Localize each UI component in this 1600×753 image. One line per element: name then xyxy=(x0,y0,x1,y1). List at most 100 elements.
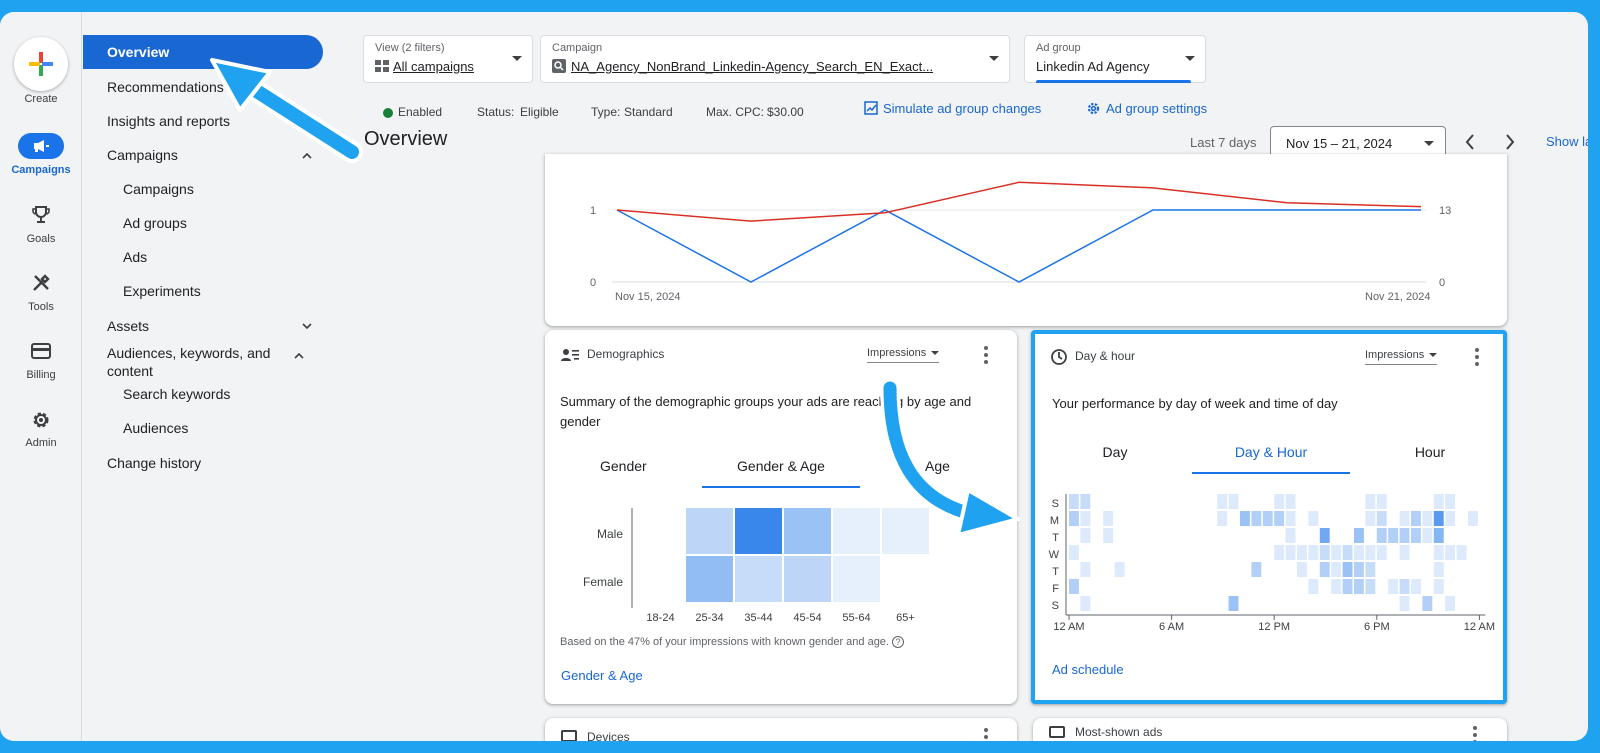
heatmap-cell xyxy=(833,508,880,554)
nav-item-audiences-keywords[interactable]: Audiences, keywords, and content xyxy=(83,342,313,382)
metric-label: Impressions xyxy=(1365,349,1425,361)
nav-item-audiences[interactable]: Audiences xyxy=(83,411,321,445)
tab-gender[interactable]: Gender xyxy=(600,458,647,474)
nav-item-overview[interactable]: Overview xyxy=(83,35,323,69)
heatmap-cell xyxy=(1365,579,1376,594)
heatmap-cell xyxy=(1365,511,1376,526)
heatmap-cell xyxy=(1285,511,1296,526)
page-title: Overview xyxy=(364,128,448,150)
rail-label-campaigns: Campaigns xyxy=(11,164,71,176)
tab-day[interactable]: Day xyxy=(1075,444,1155,460)
nav-item-campaigns-group[interactable]: Campaigns xyxy=(83,138,321,172)
heatmap-cell xyxy=(686,508,733,554)
rail-item-tools[interactable] xyxy=(0,273,82,293)
heatmap-cell xyxy=(1251,511,1262,526)
nav-label: Assets xyxy=(107,318,150,334)
heatmap-cell xyxy=(1456,545,1467,560)
heatmap-cell xyxy=(1228,494,1239,509)
credit-card-icon xyxy=(31,343,51,359)
more-options-icon[interactable] xyxy=(1473,726,1477,741)
ad-group-settings-link[interactable]: Ad group settings xyxy=(1086,101,1207,116)
create-label: Create xyxy=(24,93,58,105)
heatmap-cell xyxy=(1354,545,1364,560)
adgroup-value: Linkedin Ad Agency xyxy=(1036,59,1150,74)
nav-item-search-keywords[interactable]: Search keywords xyxy=(83,377,321,411)
tab-age[interactable]: Age xyxy=(925,458,950,474)
cpc-value: $30.00 xyxy=(767,105,804,119)
y-tick-right-top: 13 xyxy=(1439,205,1452,217)
heatmap-cell xyxy=(1399,579,1410,594)
nav-item-insights[interactable]: Insights and reports xyxy=(83,104,321,138)
clock-icon xyxy=(1051,349,1067,365)
nav-item-change-history[interactable]: Change history xyxy=(83,446,321,480)
ad-schedule-link[interactable]: Ad schedule xyxy=(1052,662,1124,677)
grid-icon xyxy=(375,60,389,72)
heatmap-cell xyxy=(1297,562,1307,577)
nav-item-recommendations[interactable]: Recommendations xyxy=(83,70,321,104)
heatmap-cell xyxy=(1411,528,1421,543)
rail-item-campaigns[interactable] xyxy=(0,133,82,159)
create-button[interactable] xyxy=(14,37,68,91)
more-options-icon[interactable] xyxy=(984,728,988,741)
dropdown-arrow-icon xyxy=(1185,56,1195,61)
tab-indicator xyxy=(1192,472,1350,474)
heatmap-cell xyxy=(1342,562,1353,577)
tab-indicator xyxy=(702,486,860,488)
heatmap-cell xyxy=(1274,545,1285,560)
heatmap-cell xyxy=(1433,511,1444,526)
gender-age-link[interactable]: Gender & Age xyxy=(561,668,643,683)
gear-icon xyxy=(33,412,49,428)
performance-chart-card: Nov 15, 2024 Nov 21, 2024 1 0 13 0 xyxy=(545,154,1507,326)
help-icon[interactable]: ? xyxy=(892,636,905,648)
tab-day-hour[interactable]: Day & Hour xyxy=(1192,444,1350,460)
show-last-link[interactable]: Show la xyxy=(1546,134,1588,149)
heatmap-cell xyxy=(1285,494,1296,509)
view-value: All campaigns xyxy=(375,59,474,74)
heatmap-cell xyxy=(1262,511,1273,526)
metric-dropdown[interactable]: Impressions xyxy=(867,347,940,363)
heatmap-cell xyxy=(1399,511,1410,526)
chevron-up-icon xyxy=(293,346,305,370)
side-nav: Overview Recommendations Insights and re… xyxy=(83,12,353,741)
nav-item-ads[interactable]: Ads xyxy=(83,240,321,274)
simulate-link[interactable]: Simulate ad group changes xyxy=(864,101,1041,116)
more-options-icon[interactable] xyxy=(984,346,988,367)
heatmap-cell xyxy=(1308,511,1319,526)
heatmap-cell xyxy=(1376,494,1387,509)
x-tick-label: 12 AM xyxy=(1464,621,1495,633)
ads-icon xyxy=(1049,726,1065,738)
nav-item-campaigns[interactable]: Campaigns xyxy=(83,172,321,206)
nav-item-assets[interactable]: Assets xyxy=(83,309,321,343)
heatmap-cell xyxy=(1365,562,1376,577)
demographics-heatmap: Male Female 18-24 25-34 35-44 45-54 55-64 65+ xyxy=(583,508,929,624)
heatmap-cell xyxy=(1388,579,1399,594)
more-options-icon[interactable] xyxy=(1475,348,1479,369)
date-range-label: Last 7 days xyxy=(1190,135,1257,150)
campaign-select[interactable]: Campaign NA_Agency_NonBrand_Linkedin-Age… xyxy=(540,35,1010,83)
rail-item-goals[interactable] xyxy=(0,205,82,225)
row-label: M xyxy=(1050,515,1059,527)
tab-hour[interactable]: Hour xyxy=(1390,444,1470,460)
dropdown-arrow-icon xyxy=(512,56,522,61)
heatmap-cell xyxy=(1422,511,1433,526)
metric-dropdown[interactable]: Impressions xyxy=(1365,349,1438,365)
view-filter-select[interactable]: View (2 filters) All campaigns xyxy=(363,35,533,83)
rail-item-billing[interactable] xyxy=(0,343,82,359)
y-tick-left-bottom: 0 xyxy=(590,277,597,289)
ad-group-select[interactable]: Ad group Linkedin Ad Agency xyxy=(1024,35,1206,83)
heatmap-cell xyxy=(833,556,880,602)
heatmap-cell xyxy=(784,508,831,554)
nav-item-ad-groups[interactable]: Ad groups xyxy=(83,206,321,240)
heatmap-cell xyxy=(1103,511,1114,526)
nav-item-experiments[interactable]: Experiments xyxy=(83,274,321,308)
heatmap-cell xyxy=(1376,528,1387,543)
heatmap-cell xyxy=(1388,528,1399,543)
tab-gender-age[interactable]: Gender & Age xyxy=(702,458,860,474)
rail-item-admin[interactable] xyxy=(0,410,82,430)
nav-label: Campaigns xyxy=(107,147,178,163)
trophy-icon xyxy=(32,206,50,223)
person-list-icon xyxy=(561,349,579,361)
column-label: 35-44 xyxy=(744,612,772,624)
chart-icon xyxy=(864,101,878,115)
heatmap-cell xyxy=(1217,494,1228,509)
